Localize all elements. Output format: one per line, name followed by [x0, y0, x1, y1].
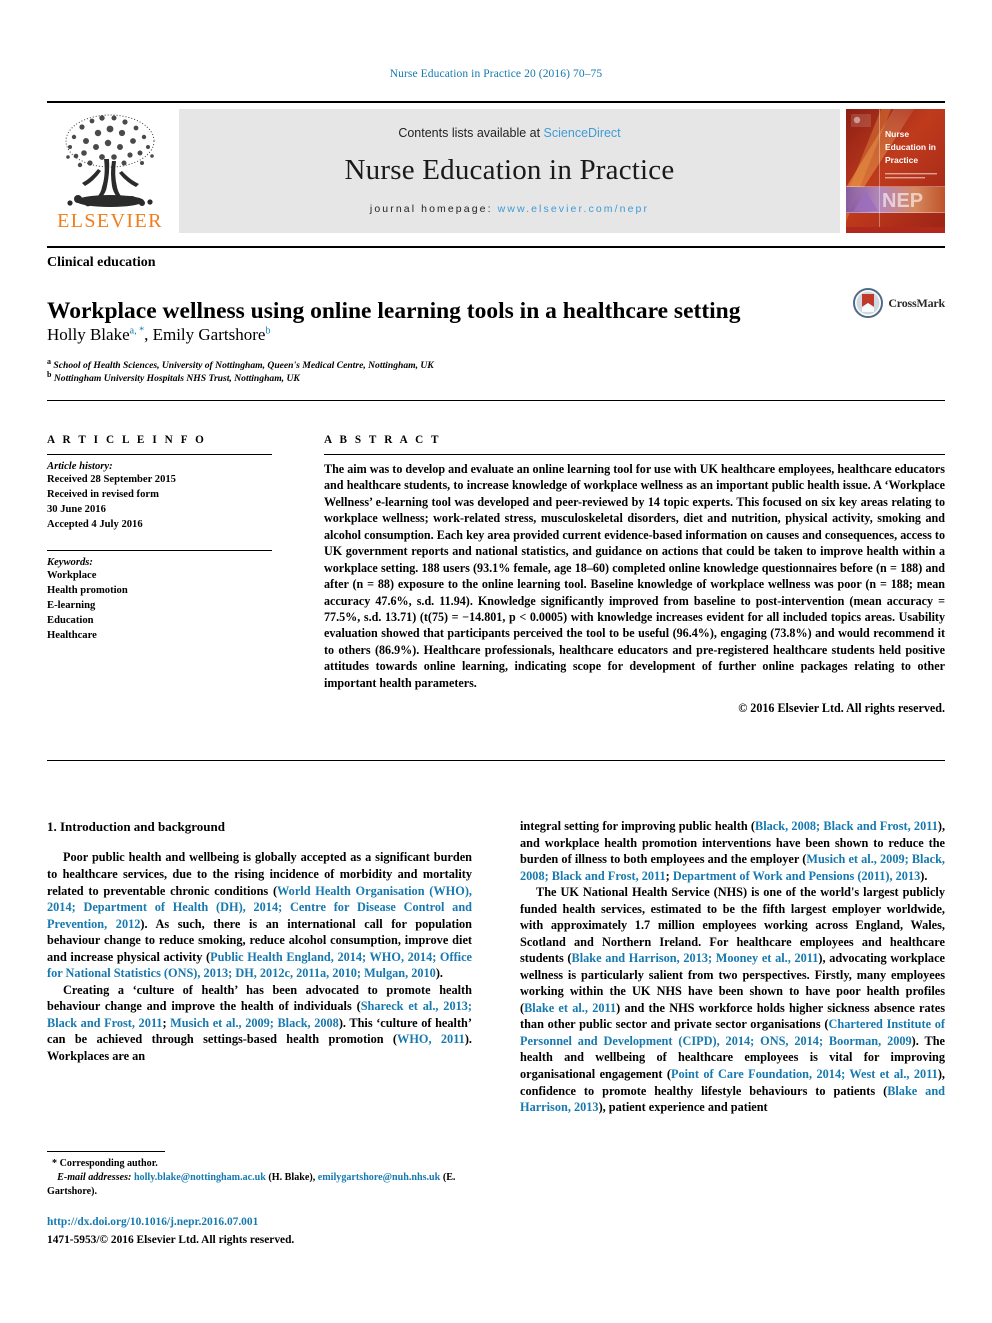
body-paragraph: Poor public health and wellbeing is glob…: [47, 850, 472, 981]
abstract-band-top-rule: [47, 400, 945, 401]
title-top-rule: [47, 246, 945, 248]
citation-link[interactable]: Black, 2008; Black and Frost, 2011: [755, 819, 938, 833]
body-column-right: integral setting for improving public he…: [520, 818, 945, 1116]
crossmark-label: CrossMark: [888, 295, 945, 310]
keywords-label: Keywords:: [47, 557, 93, 569]
body-paragraph: integral setting for improving public he…: [520, 819, 946, 883]
citation-link[interactable]: Blake et al., 2011: [524, 1001, 616, 1015]
corresponding-author-text: * Corresponding author.: [52, 1158, 158, 1169]
journal-homepage-link[interactable]: www.elsevier.com/nepr: [498, 203, 649, 215]
citation-link[interactable]: Chartered Institute of Personnel and Dev…: [520, 1017, 945, 1048]
article-page: Nurse Education in Practice 20 (2016) 70…: [0, 0, 992, 1323]
author-marks-2: b: [265, 325, 271, 337]
abstract-band-bottom-rule: [47, 760, 945, 761]
corresponding-author-note: * Corresponding author. E-mail addresses…: [47, 1157, 472, 1199]
affiliation-mark-b: b: [47, 370, 52, 379]
issn-copyright-line: 1471-5953/© 2016 Elsevier Ltd. All right…: [47, 1234, 295, 1246]
affiliation-b: b Nottingham University Hospitals NHS Tr…: [47, 369, 817, 386]
history-item: 30 June 2016: [47, 504, 106, 516]
cover-line-3: Practice: [885, 155, 918, 165]
citation-link[interactable]: Public Health England, 2014; WHO, 2014; …: [47, 950, 472, 981]
abstract-heading: A B S T R A C T: [324, 434, 442, 446]
journal-masthead: ELSEVIER Contents lists available at Sci…: [47, 101, 945, 233]
keyword-item: Workplace: [47, 570, 97, 582]
email-addresses-label: E-mail addresses:: [57, 1172, 132, 1184]
keyword-item: Healthcare: [47, 630, 97, 642]
contents-prefix: Contents lists available at: [398, 126, 544, 140]
history-item: Received 28 September 2015: [47, 474, 176, 485]
keyword-item: E-learning: [47, 600, 96, 612]
keywords-rule: [47, 550, 272, 552]
footnote-rule: [47, 1151, 165, 1152]
citation-link[interactable]: WHO, 2011: [397, 1032, 465, 1046]
sciencedirect-link[interactable]: ScienceDirect: [544, 126, 621, 140]
article-section-type: Clinical education: [47, 255, 156, 270]
journal-cover-thumbnail[interactable]: NEP Nurse Education in Practice: [846, 109, 945, 233]
contents-available-line: Contents lists available at ScienceDirec…: [398, 126, 620, 140]
cover-artwork: NEP Nurse Education in Practice: [846, 109, 945, 227]
abstract-rule: [324, 454, 945, 455]
elsevier-logo: ELSEVIER: [47, 109, 173, 233]
email-owner-1: (H. Blake),: [268, 1172, 316, 1184]
affiliation-text-b: Nottingham University Hospitals NHS Trus…: [53, 373, 300, 385]
masthead-center-panel: Contents lists available at ScienceDirec…: [179, 109, 840, 233]
homepage-prefix: journal homepage:: [369, 203, 498, 215]
body-column-left: 1. Introduction and background Poor publ…: [47, 818, 472, 1064]
article-history-label: Article history:: [47, 461, 113, 472]
citation-link[interactable]: Department of Work and Pensions (2011), …: [673, 869, 920, 883]
cover-line-2: Education in: [885, 142, 936, 152]
citation-link[interactable]: Point of Care Foundation, 2014; West et …: [671, 1067, 938, 1081]
keywords-list: Workplace Health promotion E-learning Ed…: [47, 568, 272, 643]
abstract-copyright: © 2016 Elsevier Ltd. All rights reserved…: [738, 701, 945, 716]
article-info-rule: [47, 454, 272, 455]
doi-link[interactable]: http://dx.doi.org/10.1016/j.nepr.2016.07…: [47, 1216, 472, 1228]
citation-link[interactable]: Blake and Harrison, 2013: [520, 1084, 945, 1115]
article-info-column: A R T I C L E I N F O Article history: R…: [47, 434, 272, 643]
author-name-1[interactable]: Holly Blake: [47, 325, 130, 344]
footnote-block: * Corresponding author. E-mail addresses…: [47, 1151, 472, 1199]
author-list: Holly Blakea, *, Emily Gartshoreb: [47, 325, 271, 344]
body-paragraph: The UK National Health Service (NHS) is …: [520, 885, 946, 1115]
author-name-2[interactable]: Emily Gartshore: [153, 325, 266, 344]
article-history-list: Received 28 September 2015 Received in r…: [47, 472, 272, 532]
elsevier-tree-icon: [65, 114, 155, 207]
running-head: Nurse Education in Practice 20 (2016) 70…: [389, 68, 603, 80]
journal-homepage-line: journal homepage: www.elsevier.com/nepr: [370, 203, 649, 215]
citation-link[interactable]: Musich et al., 2009; Black, 2008: [170, 1016, 339, 1030]
crossmark-icon: [853, 288, 884, 318]
svg-text:NEP: NEP: [882, 190, 923, 212]
affiliation-mark-a: a: [47, 357, 51, 366]
doi-block: http://dx.doi.org/10.1016/j.nepr.2016.07…: [47, 1216, 472, 1248]
citation-link[interactable]: World Health Organisation (WHO), 2014; D…: [47, 884, 472, 931]
email-link-2[interactable]: emilygartshore@nuh.nhs.uk: [318, 1172, 441, 1183]
cover-line-1: Nurse: [885, 129, 909, 139]
journal-title: Nurse Education in Practice: [344, 154, 675, 186]
body-paragraph: Creating a ‘culture of health’ has been …: [47, 982, 472, 1063]
history-item: Received in revised form: [47, 489, 159, 501]
history-item: Accepted 4 July 2016: [47, 519, 143, 531]
page-title: Workplace wellness using online learning…: [47, 297, 741, 324]
citation-link[interactable]: Blake and Harrison, 2013; Mooney et al.,…: [572, 951, 819, 965]
crossmark-badge[interactable]: CrossMark: [853, 288, 945, 318]
elsevier-wordmark: ELSEVIER: [57, 210, 163, 232]
keyword-item: Health promotion: [47, 585, 128, 597]
abstract-column: A B S T R A C T The aim was to develop a…: [324, 434, 945, 716]
author-marks-1: a, *: [129, 325, 145, 337]
article-info-heading: A R T I C L E I N F O: [47, 434, 207, 446]
abstract-text: The aim was to develop and evaluate an o…: [324, 462, 945, 690]
keyword-item: Education: [47, 615, 94, 627]
section-heading-introduction: 1. Introduction and background: [47, 819, 225, 834]
email-link-1[interactable]: holly.blake@nottingham.ac.uk: [134, 1172, 266, 1183]
